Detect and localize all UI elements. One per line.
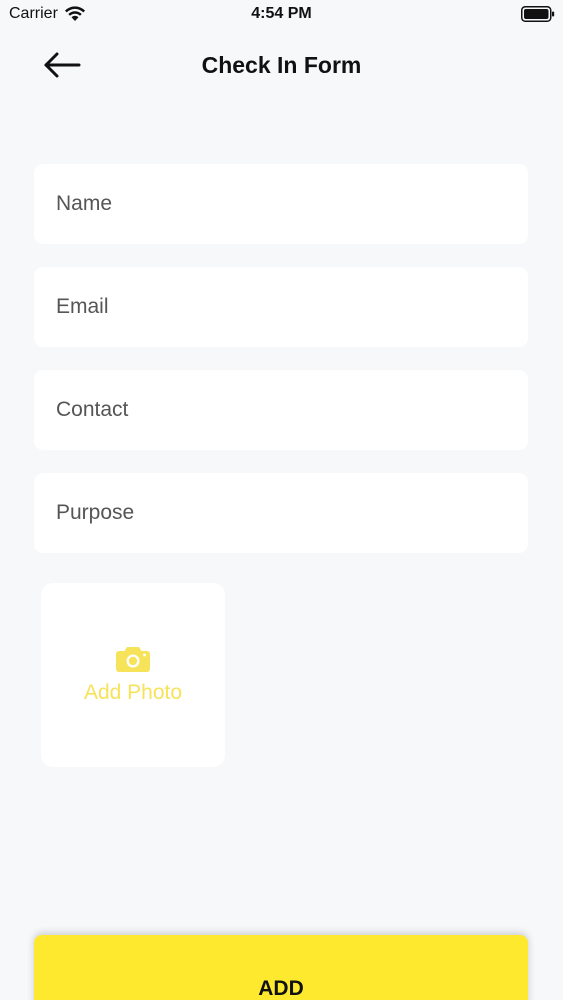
battery-icon xyxy=(521,6,555,22)
add-photo-button[interactable]: Add Photo xyxy=(41,583,225,767)
header: Check In Form xyxy=(0,40,563,92)
camera-icon xyxy=(116,647,150,672)
email-input[interactable] xyxy=(34,267,528,347)
status-bar: Carrier 4:54 PM xyxy=(0,0,563,30)
contact-field-container xyxy=(34,370,528,450)
add-photo-label: Add Photo xyxy=(83,681,183,704)
status-time: 4:54 PM xyxy=(251,5,312,22)
name-input[interactable] xyxy=(34,164,528,244)
add-button[interactable]: ADD xyxy=(34,935,528,1000)
purpose-input[interactable] xyxy=(34,473,528,553)
page-title: Check In Form xyxy=(201,52,362,78)
email-field-container xyxy=(34,267,528,347)
name-field-container xyxy=(34,164,528,244)
purpose-field-container xyxy=(34,473,528,553)
check-in-screen: Carrier 4:54 PM Check In Form Name Email… xyxy=(0,0,563,1000)
contact-input[interactable] xyxy=(34,370,528,450)
